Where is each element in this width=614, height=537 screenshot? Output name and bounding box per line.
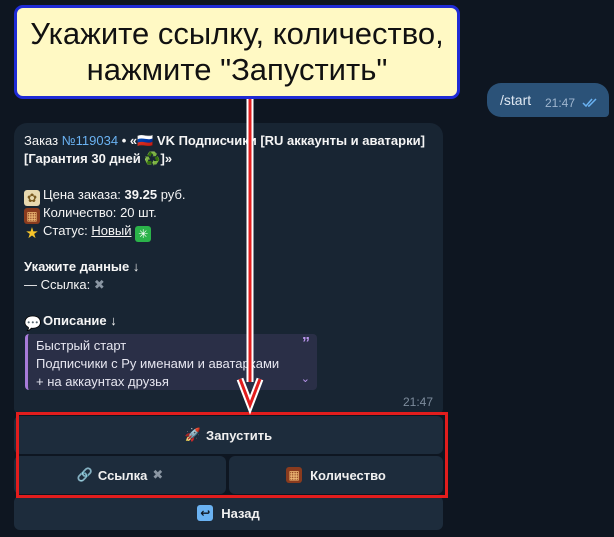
back-button[interactable]: ↩ Назад — [14, 496, 443, 530]
price-value: 39.25 — [124, 187, 158, 202]
status-value: Новый — [91, 223, 132, 238]
description-line: Подписчики с Ру именами и аватарками — [36, 356, 280, 371]
outgoing-text: /start — [500, 92, 532, 108]
callout-line-2: нажмите "Запустить" — [86, 52, 388, 87]
order-line: Заказ №119034 • «🇷🇺 VK Подписчики [RU ак… — [24, 132, 425, 150]
chevron-down-icon[interactable]: ⌄ — [301, 370, 310, 388]
order-title-line-2: [Гарантия 30 дней ♻️]» — [24, 150, 172, 168]
quantity-value: 20 шт. — [120, 205, 157, 220]
quote-icon: ” — [302, 335, 310, 352]
callout-line-1: Укажите ссылку, количество, — [30, 16, 444, 51]
outgoing-time: 21:47 — [545, 96, 576, 110]
description-heading: 💬 Описание ↓ — [24, 312, 117, 331]
description-line: + на аккаунтах друзья — [36, 374, 169, 389]
link-row: — Ссылка: ✖ — [24, 276, 105, 294]
status-label: Статус: — [43, 223, 88, 238]
status-row: ★ Статус: Новый ✳ — [24, 222, 154, 242]
double-check-icon — [582, 95, 598, 111]
price-label: Цена заказа: — [43, 187, 121, 202]
outgoing-message: /start 21:47 — [487, 83, 609, 117]
message-time: 21:47 — [402, 395, 433, 409]
description-heading-text: Описание ↓ — [43, 313, 117, 328]
back-label: Назад — [221, 505, 260, 521]
quantity-label: Количество: — [43, 205, 117, 220]
order-title: • «🇷🇺 VK Подписчики [RU аккаунты и авата… — [118, 133, 425, 148]
description-line: Быстрый старт — [36, 338, 127, 353]
speech-bubble-icon: 💬 — [24, 315, 42, 331]
quantity-row: ▦ Количество: 20 шт. — [24, 204, 157, 224]
cross-icon: ✖ — [93, 277, 105, 292]
price-unit: руб. — [160, 187, 186, 202]
sparkle-icon: ✳ — [135, 226, 152, 242]
description-quote[interactable]: Быстрый старт Подписчики с Ру именами и … — [25, 334, 317, 390]
order-prefix: Заказ — [24, 133, 62, 148]
data-heading-text: Укажите данные ↓ — [24, 259, 140, 274]
order-guarantee: [Гарантия 30 дней ♻️]» — [24, 151, 173, 166]
link-label: — Ссылка: — [24, 277, 91, 292]
star-icon: ★ — [25, 225, 39, 242]
instruction-callout: Укажите ссылку, количество, нажмите "Зап… — [14, 5, 460, 99]
highlight-box — [16, 412, 448, 498]
bot-message: Заказ №119034 • «🇷🇺 VK Подписчики [RU ак… — [14, 123, 443, 413]
return-icon: ↩ — [197, 505, 214, 521]
data-heading: Укажите данные ↓ — [24, 258, 139, 276]
price-row: ✿ Цена заказа: 39.25 руб. — [24, 186, 186, 206]
order-number-link[interactable]: №119034 — [62, 133, 118, 148]
